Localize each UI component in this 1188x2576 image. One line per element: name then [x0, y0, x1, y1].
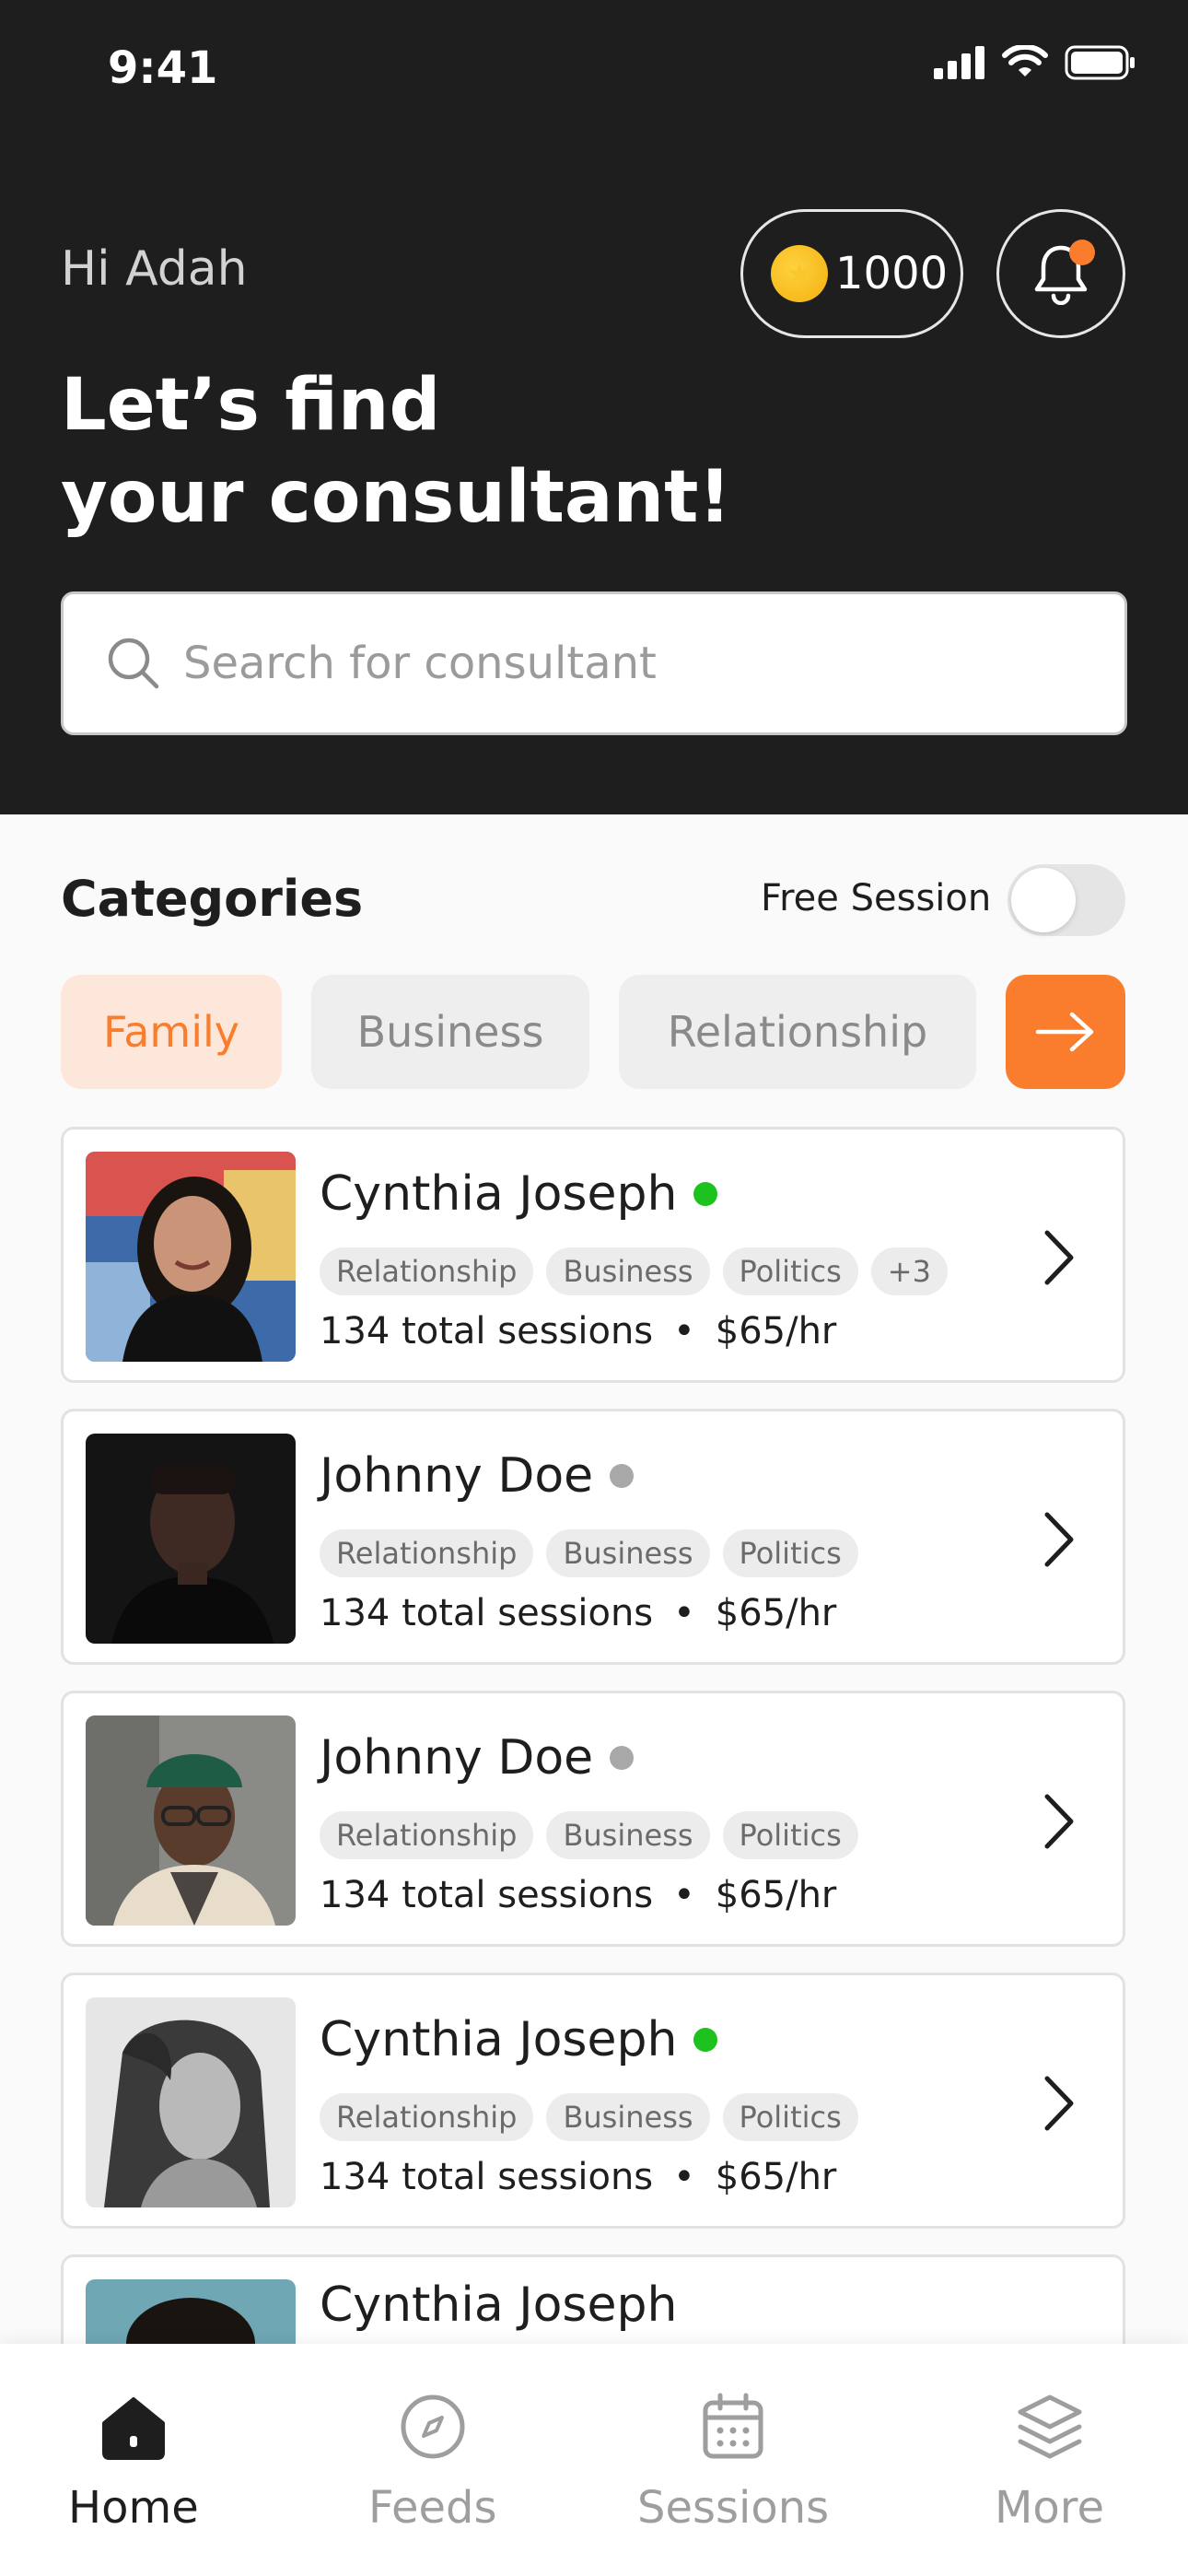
search-icon	[108, 638, 159, 689]
online-status-dot	[693, 1182, 718, 1206]
greeting: Hi Adah	[61, 241, 248, 297]
consultant-tags: Relationship Business Politics	[320, 1811, 858, 1859]
free-session-label: Free Session	[761, 877, 992, 919]
tag: Relationship	[320, 1529, 534, 1577]
tag: Business	[546, 1529, 710, 1577]
nav-home[interactable]: Home	[68, 2392, 199, 2534]
chevron-right-icon[interactable]	[1031, 1225, 1086, 1290]
consultant-avatar	[86, 1152, 296, 1362]
coins-balance-button[interactable]: ★ 1000	[740, 209, 963, 338]
headline-line-2: your consultant!	[61, 456, 731, 539]
consultant-name-row: Johnny Doe	[320, 1730, 635, 1786]
categories-next-button[interactable]	[1006, 975, 1125, 1089]
home-icon	[101, 2397, 165, 2460]
hourly-rate: $65/hr	[715, 2156, 837, 2198]
hourly-rate: $65/hr	[715, 1874, 837, 1916]
more-tags-badge: +3	[870, 1247, 948, 1295]
tag: Politics	[722, 1811, 858, 1859]
category-chip-family[interactable]: Family	[61, 975, 282, 1089]
category-chip-relationship[interactable]: Relationship	[619, 975, 976, 1089]
tag: Politics	[722, 1529, 858, 1577]
tag: Relationship	[320, 1811, 534, 1859]
consultant-tags: Relationship Business Politics +3	[320, 1247, 948, 1295]
notification-badge	[1069, 240, 1095, 265]
wifi-icon	[1002, 45, 1048, 76]
layers-icon	[1018, 2395, 1081, 2459]
chevron-right-icon[interactable]	[1031, 2071, 1086, 2136]
offline-status-dot	[610, 1464, 635, 1488]
consultant-name: Johnny Doe	[320, 1730, 594, 1786]
consultant-meta: 134 total sessions • $65/hr	[320, 2156, 836, 2198]
toggle-knob	[1011, 868, 1076, 932]
tag: Relationship	[320, 1247, 534, 1295]
category-chip-business[interactable]: Business	[311, 975, 589, 1089]
consultant-avatar	[86, 1715, 296, 1926]
separator: •	[673, 2156, 695, 2198]
consultant-name: Cynthia Joseph	[320, 2012, 678, 2067]
nav-sessions-label: Sessions	[637, 2482, 830, 2534]
search-bar[interactable]	[61, 591, 1127, 735]
online-status-dot	[693, 2028, 718, 2052]
consultant-name-row: Cynthia Joseph	[320, 2012, 718, 2067]
coin-icon: ★	[771, 245, 828, 302]
compass-icon	[401, 2395, 465, 2459]
signal-icon	[934, 46, 984, 79]
consultant-card[interactable]: Cynthia Joseph Relationship Business Pol…	[61, 1973, 1125, 2229]
separator: •	[673, 1310, 695, 1352]
consultant-tags: Relationship Business Politics	[320, 2093, 858, 2141]
battery-icon	[1065, 45, 1135, 80]
notifications-button[interactable]	[996, 209, 1125, 338]
headline-line-1: Let’s find	[61, 364, 441, 447]
consultant-name: Johnny Doe	[320, 1448, 594, 1504]
consultant-avatar	[86, 1434, 296, 1644]
nav-more[interactable]: More	[995, 2392, 1104, 2534]
nav-feeds-label: Feeds	[368, 2482, 497, 2534]
consultant-card[interactable]: Cynthia Joseph Relationship Business Pol…	[61, 1127, 1125, 1383]
session-count: 134 total sessions	[320, 2156, 654, 2198]
consultant-card[interactable]: Johnny Doe Relationship Business Politic…	[61, 1409, 1125, 1665]
offline-status-dot	[610, 1746, 635, 1770]
tag: Business	[546, 1247, 710, 1295]
consultant-meta: 134 total sessions • $65/hr	[320, 1874, 836, 1916]
consultant-card[interactable]: Johnny Doe Relationship Business Politic…	[61, 1691, 1125, 1947]
consultant-name-row: Cynthia Joseph	[320, 2277, 677, 2333]
consultant-name-row: Johnny Doe	[320, 1448, 635, 1504]
nav-sessions[interactable]: Sessions	[637, 2392, 829, 2534]
hourly-rate: $65/hr	[715, 1310, 837, 1352]
tag: Relationship	[320, 2093, 534, 2141]
coins-value: 1000	[835, 248, 949, 299]
nav-more-label: More	[995, 2482, 1104, 2534]
page-title: Let’s find your consultant!	[61, 359, 731, 544]
search-input[interactable]	[183, 638, 1067, 689]
arrow-right-icon	[1035, 1012, 1094, 1052]
consultant-avatar	[86, 1997, 296, 2207]
consultant-name-row: Cynthia Joseph	[320, 1166, 718, 1222]
hourly-rate: $65/hr	[715, 1592, 837, 1634]
separator: •	[673, 1592, 695, 1634]
separator: •	[673, 1874, 695, 1916]
consultant-meta: 134 total sessions • $65/hr	[320, 1592, 836, 1634]
free-session-toggle[interactable]	[1007, 864, 1125, 936]
session-count: 134 total sessions	[320, 1592, 654, 1634]
tag: Business	[546, 2093, 710, 2141]
chevron-right-icon[interactable]	[1031, 1507, 1086, 1572]
consultant-name: Cynthia Joseph	[320, 2277, 678, 2333]
consultant-meta: 134 total sessions • $65/hr	[320, 1310, 836, 1352]
calendar-icon	[703, 2393, 763, 2459]
chevron-right-icon[interactable]	[1031, 1789, 1086, 1854]
session-count: 134 total sessions	[320, 1874, 654, 1916]
status-time: 9:41	[108, 42, 218, 94]
nav-home-label: Home	[68, 2482, 199, 2534]
categories-title: Categories	[61, 870, 364, 928]
tag: Politics	[722, 2093, 858, 2141]
session-count: 134 total sessions	[320, 1310, 654, 1352]
header: 9:41 Hi Adah Let’s find your consultant!…	[0, 0, 1188, 814]
tag: Business	[546, 1811, 710, 1859]
nav-feeds[interactable]: Feeds	[368, 2392, 497, 2534]
consultant-name: Cynthia Joseph	[320, 1166, 678, 1222]
tag: Politics	[722, 1247, 858, 1295]
status-icons	[934, 44, 1136, 81]
consultant-tags: Relationship Business Politics	[320, 1529, 858, 1577]
bottom-nav: Home Feeds Sessions More	[0, 2344, 1188, 2576]
